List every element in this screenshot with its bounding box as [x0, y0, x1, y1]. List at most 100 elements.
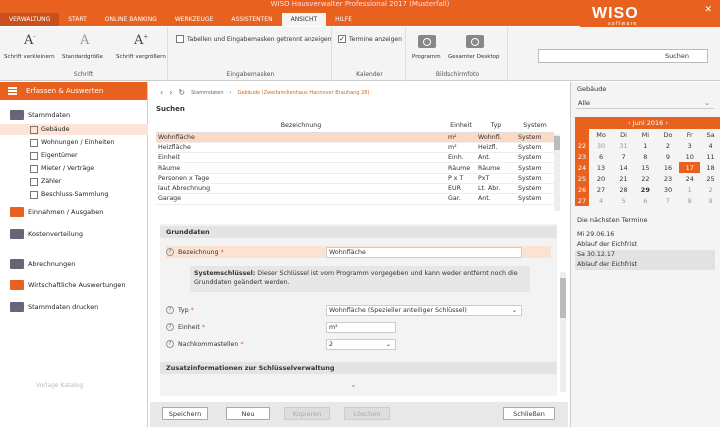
sidebar-header[interactable]: Erfassen & Auswerten [0, 82, 147, 100]
screenshot-program-button[interactable]: Programm [412, 54, 441, 60]
group-label: Kalender [356, 71, 383, 78]
distribution-icon [10, 229, 24, 239]
menu-start[interactable]: Start [59, 13, 96, 26]
new-button[interactable]: Neu [226, 407, 270, 420]
sidebar-subitem-mieter[interactable]: Mieter / Verträge [0, 163, 148, 174]
apartment-icon [30, 138, 38, 147]
delete-button[interactable]: Löschen [344, 407, 390, 420]
search-button[interactable]: Suchen [665, 52, 689, 60]
table-row[interactable]: Wohnfläche m² Wohnfl. System [156, 132, 554, 143]
chart-icon [10, 280, 24, 290]
calendar: ‹ Juni 2016 › Mo Di Mi Do Fr Sa 22 30 31 1 2 3 4 23… [575, 117, 720, 206]
calendar-today[interactable]: 17 [679, 162, 701, 173]
menu-werkzeuge[interactable]: Werkzeuge [166, 13, 223, 26]
column-system[interactable]: System [516, 120, 554, 133]
sidebar-subitem-beschluss[interactable]: Beschluss-Sammlung [0, 189, 148, 200]
appointment-date[interactable]: Mi 29.06.16 [575, 230, 715, 240]
sidebar-item-kostenverteilung[interactable]: Kostenverteilung [0, 227, 148, 241]
back-icon[interactable]: ‹ [160, 88, 163, 97]
table-row[interactable]: Heizfläche m² Heizfl. System [156, 142, 554, 154]
money-icon [10, 207, 24, 217]
table-row[interactable]: Personen x Tage P x T PxT System [156, 173, 554, 184]
tables-separate-checkbox[interactable]: Tabellen und Eingabemasken getrennt anze… [176, 35, 332, 43]
sidebar-subitem-wohnungen[interactable]: Wohnungen / Einheiten [0, 137, 148, 148]
invoice-icon [10, 259, 24, 269]
calendar-month[interactable]: ‹ Juni 2016 › [575, 117, 720, 129]
column-typ[interactable]: Typ [476, 120, 516, 133]
refresh-icon[interactable]: ↻ [178, 88, 185, 97]
wiso-logo: WISO software ✕ [580, 2, 720, 30]
einheit-field[interactable]: m² [326, 321, 396, 333]
tenant-icon [30, 164, 38, 173]
sidebar-subitem-gebaeude[interactable]: Gebäude [0, 124, 148, 135]
menu-assistenten[interactable]: Assistenten [222, 13, 281, 26]
chevron-down-icon: ⌄ [704, 99, 710, 107]
sidebar-item-drucken[interactable]: Stammdaten drucken [0, 300, 148, 314]
camera-icon[interactable] [418, 35, 436, 48]
copy-button[interactable]: Kopieren [284, 407, 330, 420]
folder-icon [10, 110, 24, 120]
menu-icon[interactable] [8, 87, 17, 95]
font-default-button[interactable]: Standardgröße [62, 54, 103, 60]
grunddaten-panel: Grunddaten ? Bezeichnung * Wohnfläche Sy… [160, 224, 557, 396]
form-scrollbar[interactable] [560, 272, 566, 392]
close-button[interactable]: Schließen [503, 407, 555, 420]
meter-icon [30, 177, 38, 186]
typ-select[interactable]: Wohnfläche (Spezieller anteiliger Schlüs… [326, 304, 522, 316]
forward-icon[interactable]: › [169, 88, 172, 97]
menu-verwaltung[interactable]: Verwaltung [0, 13, 60, 26]
next-month-icon[interactable]: › [663, 119, 668, 127]
sidebar-item-einnahmen[interactable]: Einnahmen / Ausgaben [0, 205, 148, 219]
expand-chevron-icon[interactable]: ⌄ [350, 380, 357, 389]
sidebar-subitem-eigentuemer[interactable]: Eigentümer [0, 150, 148, 161]
menu-hilfe[interactable]: Hilfe [326, 13, 361, 26]
menu-online-banking[interactable]: Online Banking [96, 13, 166, 26]
font-increase-icon[interactable]: A+ [134, 33, 148, 48]
save-button[interactable]: Speichern [162, 407, 208, 420]
building-filter-select[interactable]: Alle ⌄ [576, 97, 714, 109]
einheit-row: ? Einheit * m² [166, 321, 551, 333]
grunddaten-title: Grunddaten [160, 226, 557, 238]
appointment-date[interactable]: Sa 30.12.17 [575, 250, 715, 260]
nachkomma-row: ? Nachkommastellen * 2 ⌄ [166, 338, 551, 350]
show-appointments-checkbox[interactable]: ✓ Termine anzeigen [338, 35, 402, 43]
breadcrumb-root[interactable]: Stammdaten [191, 90, 223, 96]
appointment-text[interactable]: Ablauf der Eichfrist [575, 260, 715, 270]
sidebar-item-stammdaten[interactable]: Stammdaten [0, 108, 148, 122]
help-icon[interactable]: ? [166, 340, 174, 348]
screenshot-desktop-button[interactable]: Gesamter Desktop [448, 54, 499, 60]
help-icon[interactable]: ? [166, 248, 174, 256]
font-decrease-icon[interactable]: A- [24, 33, 35, 48]
system-key-info: Systemschlüssel: Dieser Schlüssel ist vo… [190, 266, 530, 292]
nachkomma-select[interactable]: 2 ⌄ [326, 338, 396, 350]
table-row[interactable]: Einheit Einh. Ant. System [156, 152, 554, 164]
table-row[interactable]: Garage Gar. Ant. System [156, 193, 554, 205]
table-row[interactable]: laut Abrechnung EUR Lt. Abr. System [156, 183, 554, 195]
font-increase-button[interactable]: Schrift vergrößern [116, 54, 166, 60]
zusatz-title: Zusatzinformationen zur Schlüsselverwalt… [160, 362, 557, 374]
close-icon[interactable]: ✕ [704, 5, 712, 15]
building-icon [30, 125, 38, 134]
group-label: Eingabemasken [226, 71, 275, 78]
appointment-text[interactable]: Ablauf der Eichfrist [575, 240, 715, 250]
sidebar-item-auswertungen[interactable]: Wirtschaftliche Auswertungen [0, 278, 148, 292]
breadcrumb-path[interactable]: Gebäude (Zweifamilienhaus Hannover Brauh… [238, 90, 370, 96]
column-einheit[interactable]: Einheit [446, 120, 476, 133]
font-default-icon[interactable]: A [80, 33, 89, 48]
table-scrollbar[interactable] [554, 134, 560, 211]
help-icon[interactable]: ? [166, 306, 174, 314]
menu-ansicht[interactable]: Ansicht [281, 13, 327, 26]
font-decrease-button[interactable]: Schrift verkleinern [4, 54, 55, 60]
sidebar-subitem-zaehler[interactable]: Zähler [0, 176, 148, 187]
search-input[interactable]: Suchen [538, 49, 708, 63]
ribbon-group-bildschirmfoto: Programm Gesamter Desktop Bildschirmfoto [408, 27, 508, 81]
help-icon[interactable]: ? [166, 323, 174, 331]
breadcrumb-separator-icon: › [229, 89, 232, 96]
sidebar-item-abrechnungen[interactable]: Abrechnungen [0, 257, 148, 271]
column-bezeichnung[interactable]: Bezeichnung [156, 120, 446, 133]
chevron-down-icon: ⌄ [511, 306, 517, 314]
table-row[interactable]: Räume Räume Räume System [156, 162, 554, 174]
calendar-grid: Mo Di Mi Do Fr Sa 22 30 31 1 2 3 4 23 6 7 8 9 10 11 24 13 1… [575, 129, 720, 206]
bezeichnung-field[interactable]: Wohnfläche [326, 246, 522, 258]
camera-icon[interactable] [466, 35, 484, 48]
